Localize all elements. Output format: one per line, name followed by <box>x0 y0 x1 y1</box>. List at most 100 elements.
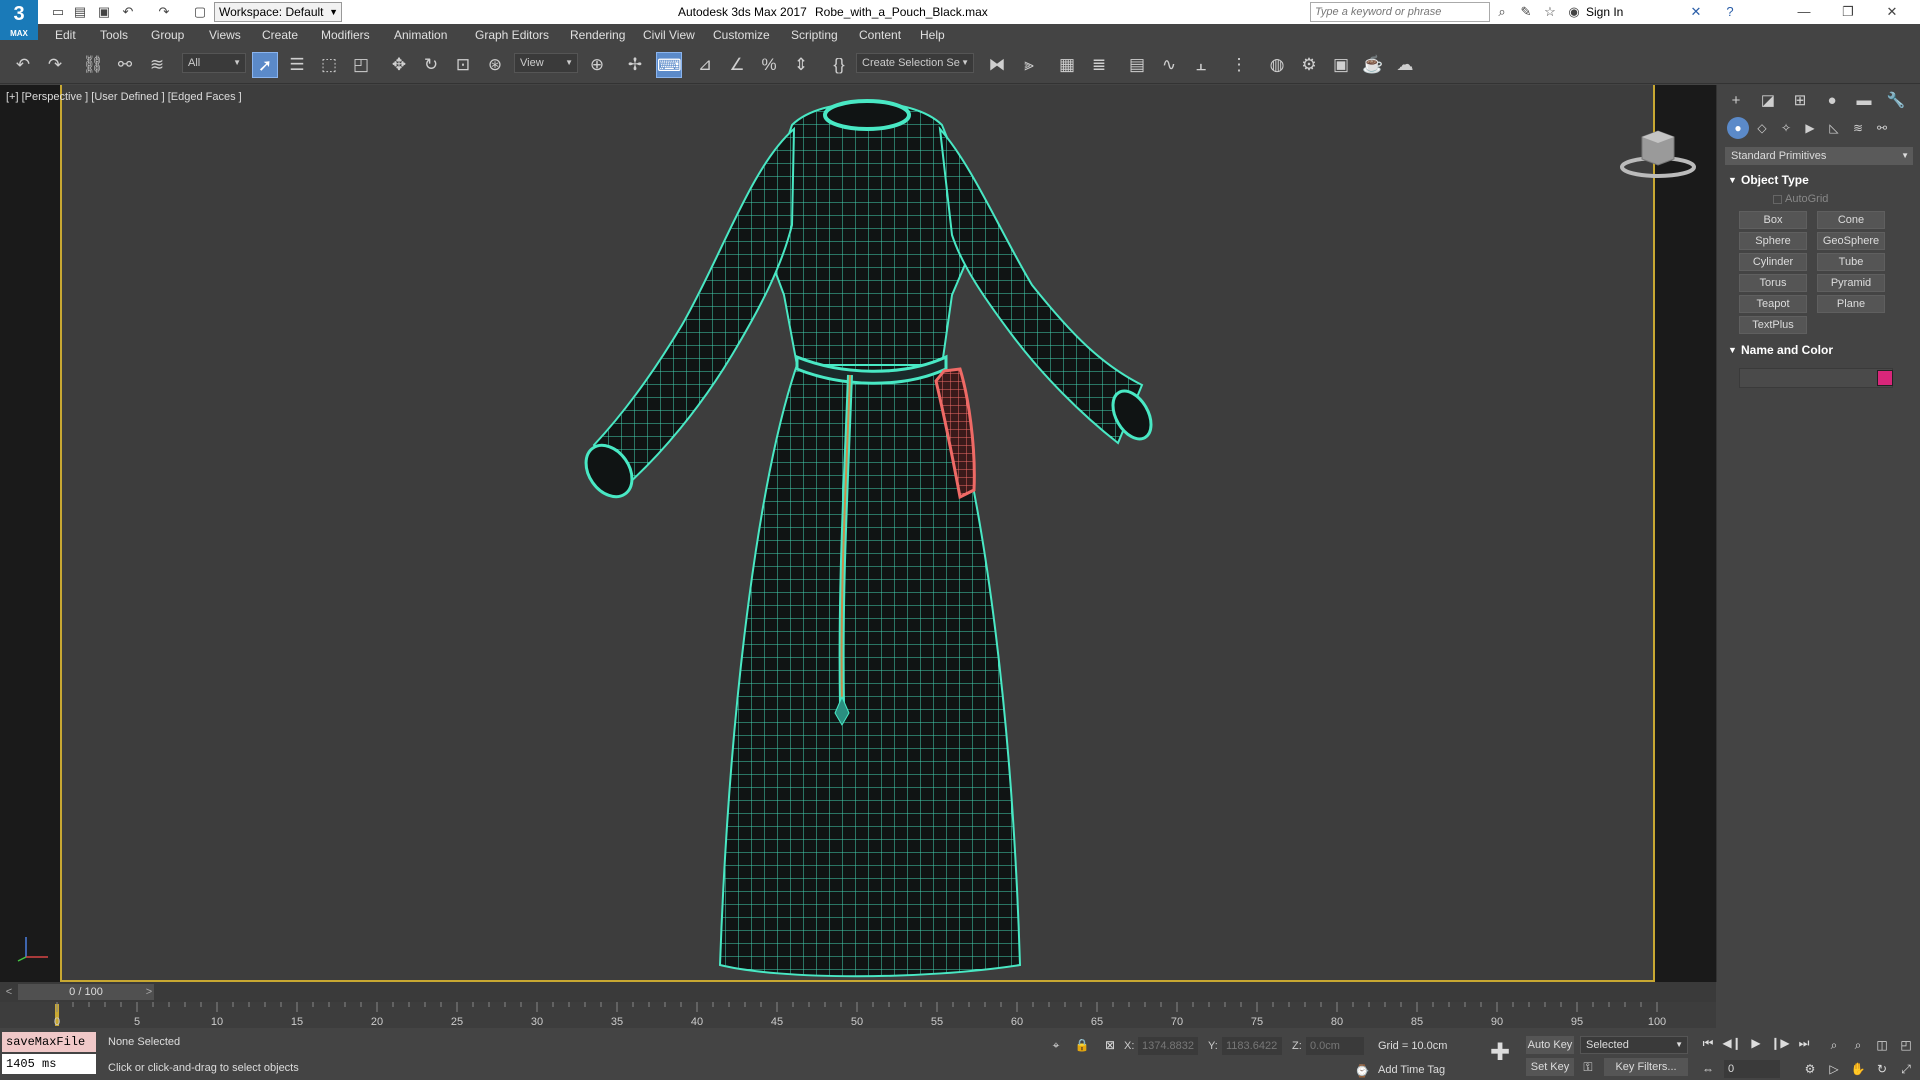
zoom-extents-icon[interactable]: ◫ <box>1872 1036 1892 1054</box>
x-coord-field[interactable]: 1374.8832 <box>1138 1037 1198 1055</box>
dope-sheet-icon[interactable]: ⫠ <box>1188 52 1214 78</box>
time-slider-thumb[interactable]: 0 / 100 <box>18 984 154 1000</box>
percent-snap-icon[interactable]: % <box>756 52 782 78</box>
create-tab-icon[interactable]: + <box>1723 89 1749 113</box>
binoculars-icon[interactable]: ⌕ <box>1494 4 1510 20</box>
previous-frame-arrow-icon[interactable]: < <box>2 984 16 1000</box>
tube-button[interactable]: Tube <box>1817 253 1885 271</box>
project-folder-icon[interactable]: ▢ <box>192 4 208 20</box>
key-filters-button[interactable]: Key Filters... <box>1604 1058 1688 1076</box>
hierarchy-tab-icon[interactable]: ⊞ <box>1787 89 1813 113</box>
exchange-apps-icon[interactable]: ✕ <box>1688 4 1704 20</box>
app-logo[interactable]: 3 MAX <box>0 0 38 40</box>
menu-customize[interactable]: Customize <box>713 24 770 46</box>
selection-lock-icon[interactable]: 🔒 <box>1072 1036 1092 1054</box>
link-icon[interactable]: ⛓ <box>80 52 106 78</box>
rectangular-selection-icon[interactable]: ⬚ <box>316 52 342 78</box>
geosphere-button[interactable]: GeoSphere <box>1817 232 1885 250</box>
geometry-category-icon[interactable]: ● <box>1727 117 1749 139</box>
scene-explorer-icon[interactable]: ▦ <box>1054 52 1080 78</box>
set-key-button[interactable]: Set Key <box>1526 1058 1574 1076</box>
bind-space-warp-icon[interactable]: ≋ <box>144 52 170 78</box>
menu-rendering[interactable]: Rendering <box>570 24 625 46</box>
search-input[interactable]: Type a keyword or phrase <box>1310 2 1490 22</box>
object-type-rollout-header[interactable]: ▼ Object Type <box>1725 171 1913 189</box>
cylinder-button[interactable]: Cylinder <box>1739 253 1807 271</box>
material-editor-icon[interactable]: ◍ <box>1264 52 1290 78</box>
user-icon[interactable]: ◉ <box>1566 4 1582 20</box>
maxscript-listener-input[interactable]: 1405 ms <box>2 1054 96 1074</box>
zoom-extents-all-icon[interactable]: ◰ <box>1896 1036 1916 1054</box>
maxscript-listener-output[interactable]: saveMaxFile <box>2 1032 96 1052</box>
object-category-dropdown[interactable]: Standard Primitives ▼ <box>1725 147 1913 165</box>
selection-filter-dropdown[interactable]: All ▼ <box>182 53 246 73</box>
shapes-category-icon[interactable]: ◇ <box>1751 117 1773 139</box>
menu-edit[interactable]: Edit <box>55 24 76 46</box>
menu-scripting[interactable]: Scripting <box>791 24 838 46</box>
reference-coordinate-dropdown[interactable]: View ▼ <box>514 53 578 73</box>
select-object-icon[interactable]: ➚ <box>252 52 278 78</box>
teapot-button[interactable]: Teapot <box>1739 295 1807 313</box>
workspace-dropdown[interactable]: Workspace: Default ▼ <box>214 2 342 22</box>
menu-group[interactable]: Group <box>151 24 184 46</box>
modify-tab-icon[interactable]: ◪ <box>1755 89 1781 113</box>
spinner-snap-icon[interactable]: ⇕ <box>788 52 814 78</box>
go-to-end-icon[interactable]: ⏭ <box>1794 1034 1814 1052</box>
space-warps-category-icon[interactable]: ≋ <box>1847 117 1869 139</box>
track-bar[interactable]: 0 5 10 15 20 25 30 35 40 45 50 55 60 65 70 75 80 85 90 95 10… <box>0 1002 1716 1028</box>
zoom-all-icon[interactable]: ⌕ <box>1848 1036 1868 1054</box>
robe-wireframe-model[interactable] <box>62 85 1653 982</box>
menu-tools[interactable]: Tools <box>100 24 128 46</box>
viewport-area[interactable]: [+] [Perspective ] [User Defined ] [Edge… <box>0 85 1716 982</box>
restore-button[interactable]: ❐ <box>1828 0 1868 24</box>
time-slider[interactable]: < 0 / 100 > <box>0 982 1716 1002</box>
select-and-move-icon[interactable]: ✥ <box>386 52 412 78</box>
add-time-tag-button[interactable]: Add Time Tag <box>1378 1064 1445 1076</box>
layer-explorer-icon[interactable]: ≣ <box>1086 52 1112 78</box>
sign-in-link[interactable]: Sign In <box>1586 0 1623 24</box>
y-coord-field[interactable]: 1183.6422 <box>1222 1037 1282 1055</box>
close-button[interactable]: ✕ <box>1872 0 1912 24</box>
window-crossing-icon[interactable]: ◰ <box>348 52 374 78</box>
render-setup-icon[interactable]: ⚙ <box>1296 52 1322 78</box>
perspective-viewport[interactable] <box>60 85 1655 982</box>
viewcube-icon[interactable] <box>1618 125 1698 181</box>
maximize-viewport-icon[interactable]: ⤢ <box>1896 1060 1916 1078</box>
render-in-cloud-icon[interactable]: ☁ <box>1392 52 1418 78</box>
previous-frame-icon[interactable]: ◀❙ <box>1722 1034 1742 1052</box>
play-icon[interactable]: ▶ <box>1746 1034 1766 1052</box>
snaps-toggle-icon[interactable]: ⊿ <box>692 52 718 78</box>
help-icon[interactable]: ? <box>1722 4 1738 20</box>
align-icon[interactable]: ⫸ <box>1016 52 1042 78</box>
textplus-button[interactable]: TextPlus <box>1739 316 1807 334</box>
cameras-category-icon[interactable]: ▶ <box>1799 117 1821 139</box>
display-tab-icon[interactable]: ▬ <box>1851 89 1877 113</box>
helpers-category-icon[interactable]: ◺ <box>1823 117 1845 139</box>
select-by-name-icon[interactable]: ☰ <box>284 52 310 78</box>
curve-editor-icon[interactable]: ∿ <box>1156 52 1182 78</box>
named-selection-dropdown[interactable]: Create Selection Se ▼ <box>856 53 974 73</box>
menu-views[interactable]: Views <box>209 24 241 46</box>
angle-snap-icon[interactable]: ∠ <box>724 52 750 78</box>
absolute-transform-icon[interactable]: ⊠ <box>1100 1036 1120 1054</box>
mirror-icon[interactable]: ⧓ <box>984 52 1010 78</box>
motion-tab-icon[interactable]: ● <box>1819 89 1845 113</box>
save-file-icon[interactable]: ▣ <box>96 4 112 20</box>
redo-icon[interactable]: ↷ <box>156 4 172 20</box>
select-and-place-icon[interactable]: ⊛ <box>482 52 508 78</box>
menu-graph-editors[interactable]: Graph Editors <box>475 24 549 46</box>
autogrid-checkbox[interactable]: AutoGrid <box>1773 193 1828 205</box>
field-of-view-icon[interactable]: ▷ <box>1824 1060 1844 1078</box>
open-file-icon[interactable]: ▤ <box>72 4 88 20</box>
key-mode-toggle-icon[interactable]: ⇔ <box>1698 1060 1718 1078</box>
communication-center-icon[interactable]: ✎ <box>1518 4 1534 20</box>
time-configuration-icon[interactable]: ⚙ <box>1800 1060 1820 1078</box>
current-frame-field[interactable]: 0 <box>1724 1060 1780 1078</box>
auto-key-button[interactable]: Auto Key <box>1526 1036 1574 1054</box>
key-mode-dropdown[interactable]: Selected ▼ <box>1580 1036 1688 1054</box>
torus-button[interactable]: Torus <box>1739 274 1807 292</box>
z-coord-field[interactable]: 0.0cm <box>1306 1037 1364 1055</box>
next-frame-icon[interactable]: ❙▶ <box>1770 1034 1790 1052</box>
ribbon-toggle-icon[interactable]: ▤ <box>1124 52 1150 78</box>
sphere-button[interactable]: Sphere <box>1739 232 1807 250</box>
